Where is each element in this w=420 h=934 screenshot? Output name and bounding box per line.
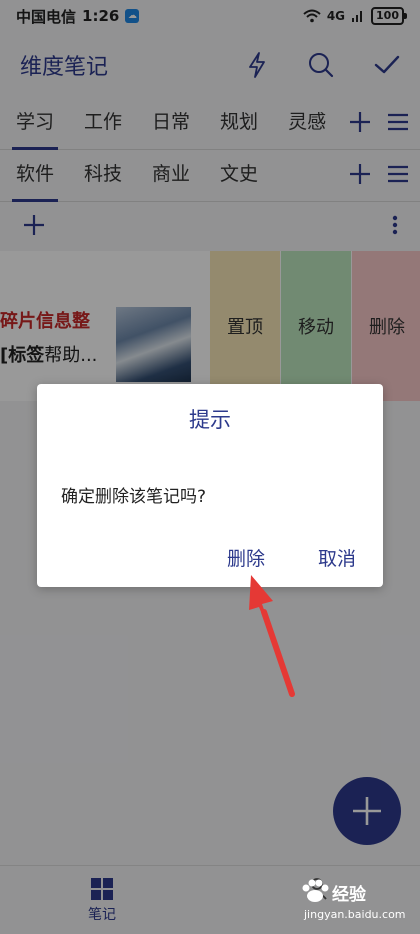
baidu-watermark: 经验 jingyan.baidu.com bbox=[300, 878, 418, 928]
dialog-title: 提示 bbox=[189, 408, 231, 432]
paw-icon bbox=[302, 879, 329, 902]
dialog-cancel-button[interactable]: 取消 bbox=[318, 544, 356, 571]
confirm-delete-dialog: 提示 确定删除该笔记吗? 删除 取消 bbox=[37, 384, 383, 587]
watermark-brand: 经验 bbox=[332, 885, 366, 905]
dialog-message: 确定删除该笔记吗? bbox=[61, 487, 207, 507]
watermark-url: jingyan.baidu.com bbox=[304, 908, 406, 921]
dialog-delete-button[interactable]: 删除 bbox=[227, 544, 265, 571]
